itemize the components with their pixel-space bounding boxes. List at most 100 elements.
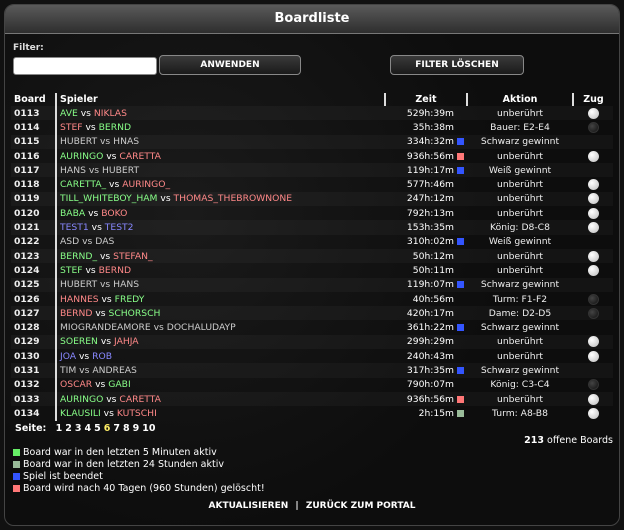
filter-input[interactable] [13, 57, 157, 75]
refresh-link[interactable]: AKTUALISIEREN [209, 501, 289, 511]
table-row[interactable]: 0114 STEF vs BERND 35h:38m Bauer: E2-E4 [11, 120, 613, 135]
player-black[interactable]: JAHJA [114, 336, 139, 347]
table-row[interactable]: 0130 JOA vs ROB 240h:43m unberührt [11, 349, 613, 364]
player-black[interactable]: CARETTA [119, 394, 161, 405]
table-row[interactable]: 0129 SOEREN vs JAHJA 299h:29m unberührt [11, 334, 613, 350]
player-white[interactable]: KLAUSILI [60, 408, 101, 419]
player-black[interactable]: TEST2 [105, 222, 134, 233]
player-white[interactable]: SOEREN [60, 336, 98, 347]
table-row[interactable]: 0120 BABA vs BOKO 792h:13m unberührt [11, 206, 613, 221]
player-black[interactable]: BERND [99, 122, 131, 133]
player-black[interactable]: HNAS [113, 136, 139, 147]
player-white[interactable]: HANS [60, 165, 86, 176]
vs-label: vs [88, 164, 100, 176]
player-black[interactable]: FREDY [115, 294, 145, 305]
vs-label: vs [85, 264, 96, 276]
open-boards-count: 213 offene Boards [524, 435, 613, 446]
table-row[interactable]: 0133 AURINGO vs CARETTA 936h:56m unberührt [11, 391, 613, 407]
player-white[interactable]: AURINGO [60, 151, 103, 162]
player-white[interactable]: AVE [60, 108, 78, 119]
table-row[interactable]: 0127 BERND vs SCHORSCH 420h:17m Dame: D2-D5 [11, 306, 613, 321]
table-row[interactable]: 0113 AVE vs NIKLAS 529h:39m unberührt [11, 106, 613, 121]
player-white[interactable]: BABA [60, 208, 85, 219]
page-link-6[interactable]: 6 [104, 423, 111, 434]
player-black[interactable]: BOKO [101, 208, 127, 219]
player-black[interactable]: GABI [108, 379, 130, 390]
player-black[interactable]: NIKLAS [94, 108, 127, 119]
board-number: 0113 [11, 106, 56, 120]
player-white[interactable]: ASD [60, 236, 79, 247]
player-black[interactable]: DOCHALUDAYP [167, 322, 236, 333]
table-row[interactable]: 0118 CARETTA_ vs AURINGO_ 577h:46m unberühr… [11, 177, 613, 192]
player-white[interactable]: CARETTA_ [60, 179, 106, 190]
time-cell: 310h:02m [385, 235, 467, 249]
vs-label: vs [100, 136, 111, 148]
table-row[interactable]: 0128 MIOGRANDEAMORE vs DOCHALUDAYP 361h:22… [11, 320, 613, 335]
apply-filter-button[interactable]: ANWENDEN [159, 55, 301, 75]
page-link-4[interactable]: 4 [85, 423, 92, 434]
table-row[interactable]: 0122 ASD vs DAS 310h:02m Weiß gewinnt [11, 234, 613, 249]
player-black[interactable]: ROB [92, 351, 112, 362]
player-black[interactable]: SCHORSCH [109, 308, 161, 319]
player-white[interactable]: HUBERT [60, 279, 97, 290]
time-value: 50h:12m [412, 250, 454, 262]
player-white[interactable]: TILL_WHITEBOY_HAM [60, 193, 157, 204]
table-row[interactable]: 0115 HUBERT vs HNAS 334h:32m Schwarz gewinn… [11, 134, 613, 149]
page-link-1[interactable]: 1 [56, 423, 63, 434]
page-link-8[interactable]: 8 [123, 423, 130, 434]
page-link-7[interactable]: 7 [113, 423, 120, 434]
player-black[interactable]: ANDREAS [92, 365, 137, 376]
player-black[interactable]: KUTSCHI [117, 408, 157, 419]
time-value: 2h:15m [418, 407, 454, 419]
table-row[interactable]: 0125 HUBERT vs HANS 119h:07m Schwarz gewinn… [11, 277, 613, 292]
page-link-5[interactable]: 5 [94, 423, 101, 434]
player-black[interactable]: HUBERT [102, 165, 139, 176]
player-white[interactable]: TEST1 [60, 222, 89, 233]
header-spieler: Spieler [55, 93, 385, 106]
turn-cell [573, 249, 613, 263]
back-to-portal-link[interactable]: ZURÜCK ZUM PORTAL [306, 501, 416, 511]
player-black[interactable]: DAS [95, 236, 114, 247]
player-white[interactable]: AURINGO [60, 394, 103, 405]
player-white[interactable]: JOA [60, 351, 76, 362]
player-black[interactable]: STEFAN_ [113, 251, 152, 262]
status-square-icon [457, 138, 464, 146]
table-row[interactable]: 0124 STEF vs BERND 50h:11m unberührt [11, 263, 613, 278]
time-value: 529h:39m [406, 107, 454, 119]
page-link-10[interactable]: 10 [142, 423, 155, 434]
table-row[interactable]: 0119 TILL_WHITEBOY_HAM vs THOMAS_THEBROWN… [11, 191, 613, 207]
player-white[interactable]: HANNES [60, 294, 99, 305]
player-black[interactable]: BERND [99, 265, 131, 276]
black-turn-icon [587, 307, 599, 319]
player-white[interactable]: STEF [60, 122, 83, 133]
player-white[interactable]: STEF [60, 265, 83, 276]
footer-links: AKTUALISIEREN | ZURÜCK ZUM PORTAL [5, 501, 619, 511]
turn-cell [573, 235, 613, 249]
legend-text: Board war in den letzten 24 Stunden akti… [23, 459, 224, 470]
table-row[interactable]: 0131 TIM vs ANDREAS 317h:35m Schwarz gewinn… [11, 363, 613, 378]
table-row[interactable]: 0117 HANS vs HUBERT 119h:17m Weiß gewinnt [11, 163, 613, 178]
white-turn-icon [587, 107, 599, 119]
table-row[interactable]: 0123 BERND_ vs STEFAN_ 50h:12m unberührt [11, 248, 613, 264]
clear-filter-button[interactable]: FILTER LÖSCHEN [390, 55, 524, 75]
player-black[interactable]: THOMAS_THEBROWNONE [174, 193, 293, 204]
player-white[interactable]: BERND_ [60, 251, 97, 262]
player-white[interactable]: OSCAR [60, 379, 92, 390]
time-cell: 317h:35m [385, 363, 467, 377]
player-white[interactable]: BERND [60, 308, 92, 319]
table-row[interactable]: 0132 OSCAR vs GABI 790h:07m König: C3-C4 [11, 377, 613, 392]
table-row[interactable]: 0121 TEST1 vs TEST2 153h:35m König: D8-C8 [11, 220, 613, 235]
player-white[interactable]: HUBERT [60, 136, 97, 147]
table-row[interactable]: 0126 HANNES vs FREDY 40h:56m Turm: F1-F2 [11, 291, 613, 307]
player-black[interactable]: AURINGO_ [122, 179, 170, 190]
board-list-window: Boardliste Filter: ANWENDEN FILTER LÖSCH… [4, 4, 620, 526]
page-link-9[interactable]: 9 [133, 423, 140, 434]
table-row[interactable]: 0134 KLAUSILI vs KUTSCHI 2h:15m Turm: A8-B8 [11, 406, 613, 421]
player-black[interactable]: CARETTA [119, 151, 161, 162]
player-white[interactable]: TIM [60, 365, 76, 376]
page-link-2[interactable]: 2 [65, 423, 72, 434]
table-row[interactable]: 0116 AURINGO vs CARETTA 936h:56m unberührt [11, 148, 613, 164]
page-link-3[interactable]: 3 [75, 423, 82, 434]
player-black[interactable]: HANS [113, 279, 139, 290]
player-white[interactable]: MIOGRANDEAMORE [60, 322, 151, 333]
